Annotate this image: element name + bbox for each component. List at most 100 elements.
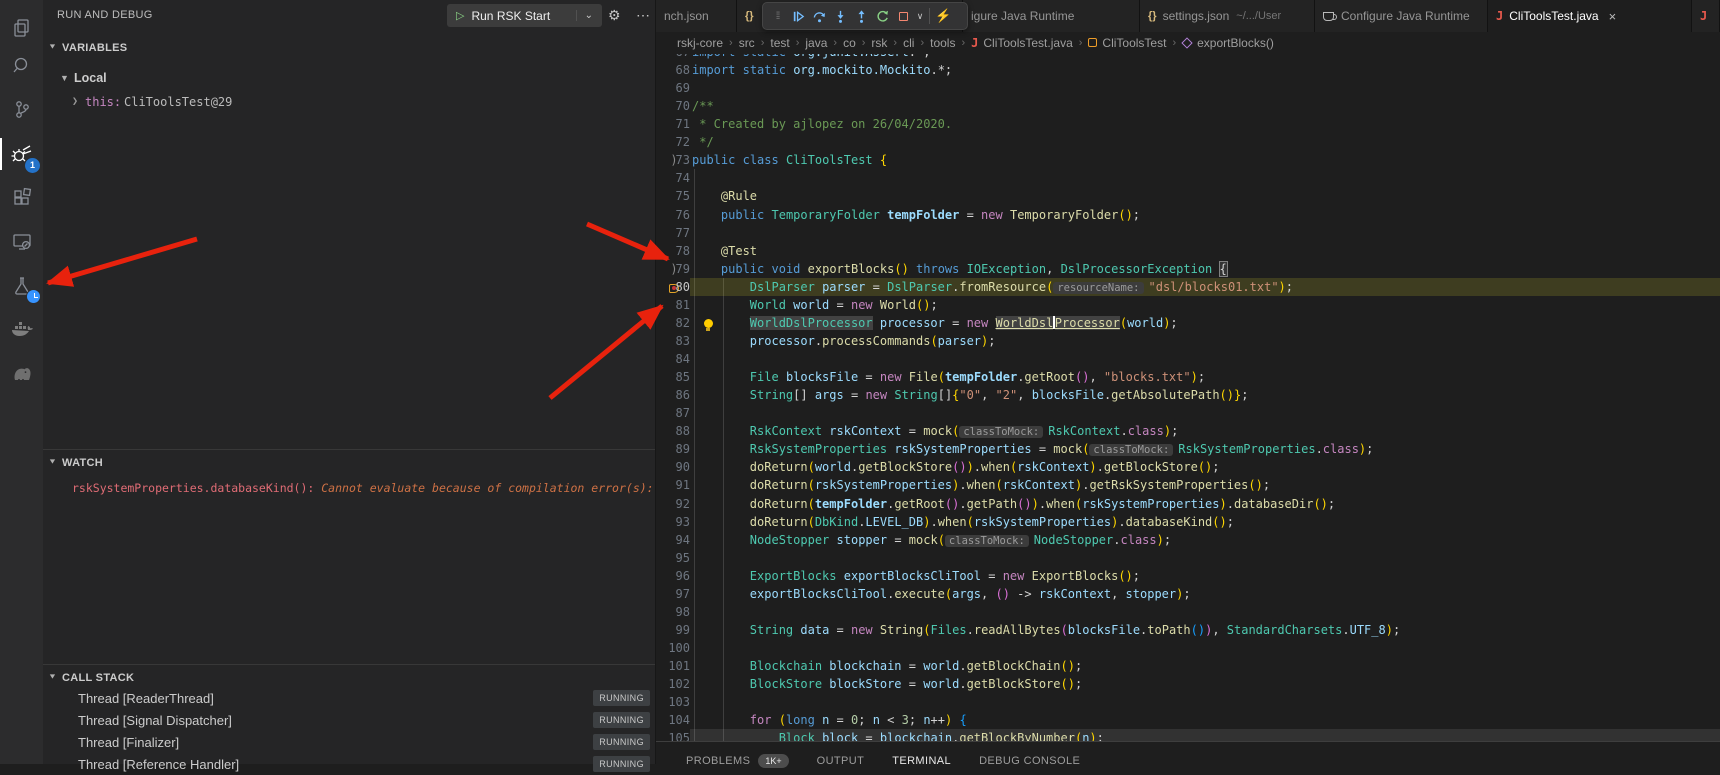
code-line-94[interactable]: 94 NodeStopper stopper = mock(classToMoc… [656, 531, 1720, 549]
stop-button[interactable] [893, 5, 914, 27]
breadcrumb-item[interactable]: co [843, 36, 856, 50]
code-line-77[interactable]: 77 [656, 224, 1720, 242]
breadcrumb-item[interactable]: test [770, 36, 789, 50]
code-line-84[interactable]: 84 [656, 350, 1720, 368]
code-line-103[interactable]: 103 [656, 693, 1720, 711]
restart-button[interactable] [872, 5, 893, 27]
code-line-70[interactable]: 70/** [656, 97, 1720, 115]
code-line-86[interactable]: 86 String[] args = new String[]{"0", "2"… [656, 386, 1720, 404]
watch-section-header[interactable]: ▼ WATCH [43, 449, 655, 471]
editor-tab-configure-java-runtime[interactable]: Configure Java Runtime [1315, 0, 1488, 32]
breadcrumb-item[interactable]: tools [930, 36, 955, 50]
watch-expression-row[interactable]: rskSystemProperties.databaseKind(): Cann… [43, 478, 655, 500]
code-line-78[interactable]: 78 @Test [656, 242, 1720, 260]
code-line-91[interactable]: 91 doReturn(rskSystemProperties).when(rs… [656, 476, 1720, 494]
java-runtime-icon [1323, 12, 1334, 21]
run-config-label: Run RSK Start [471, 9, 550, 23]
remote-explorer-icon[interactable] [0, 220, 43, 264]
editor-tab-clitoolstest-java[interactable]: JCliToolsTest.java× [1488, 0, 1692, 32]
editor-tab-igure-java-runtime[interactable]: igure Java Runtime [963, 0, 1140, 32]
line-number: 71 [656, 115, 690, 133]
call-stack-thread-row[interactable]: Thread [Signal Dispatcher]RUNNING [43, 709, 655, 731]
source-control-icon[interactable] [0, 88, 43, 132]
panel-tab-debug-console[interactable]: DEBUG CONSOLE [979, 747, 1080, 767]
breadcrumb-item[interactable]: rskj-core [677, 36, 723, 50]
code-line-93[interactable]: 93 doReturn(DbKind.LEVEL_DB).when(rskSys… [656, 513, 1720, 531]
more-actions-icon[interactable]: ⋯ [636, 7, 651, 24]
call-stack-thread-row[interactable]: Thread [ReaderThread]RUNNING [43, 687, 655, 709]
extensions-icon[interactable] [0, 176, 43, 220]
code-line-81[interactable]: 81 World world = new World(); [656, 296, 1720, 314]
breadcrumb-item[interactable]: rsk [871, 36, 887, 50]
call-stack-section-header[interactable]: ▼ CALL STACK [43, 664, 655, 686]
continue-button[interactable] [788, 5, 809, 27]
run-config-chevron-icon[interactable]: ⌄ [576, 10, 602, 21]
step-out-button[interactable] [851, 5, 872, 27]
code-line-85[interactable]: 85 File blocksFile = new File(tempFolder… [656, 368, 1720, 386]
variables-section-header[interactable]: ▼ VARIABLES [43, 38, 655, 60]
code-line-92[interactable]: 92 doReturn(tempFolder.getRoot().getPath… [656, 495, 1720, 513]
call-stack-thread-row[interactable]: Thread [Reference Handler]RUNNING [43, 753, 655, 775]
code-line-101[interactable]: 101 Blockchain blockchain = world.getBlo… [656, 657, 1720, 675]
breadcrumb-item[interactable]: exportBlocks() [1182, 36, 1274, 50]
gear-icon[interactable]: ⚙ [608, 7, 621, 24]
code-line-67[interactable]: 67import static org.junit.Assert.*; [656, 54, 1720, 61]
code-editor[interactable]: 67import static org.junit.Assert.*;68imp… [656, 54, 1720, 741]
variable-this-row[interactable]: ❯ this: CliToolsTest@29 [43, 92, 655, 114]
code-line-72[interactable]: 72 */ [656, 133, 1720, 151]
code-line-82[interactable]: 82 WorldDslProcessor processor = new Wor… [656, 314, 1720, 332]
breadcrumb-item[interactable]: src [739, 36, 755, 50]
code-line-99[interactable]: 99 String data = new String(Files.readAl… [656, 621, 1720, 639]
code-line-76[interactable]: 76 public TemporaryFolder tempFolder = n… [656, 206, 1720, 224]
toolbar-drag-handle[interactable]: ⁞⁞ [767, 5, 788, 27]
code-line-96[interactable]: 96 ExportBlocks exportBlocksCliTool = ne… [656, 567, 1720, 585]
tab-label: Configure Java Runtime [1341, 9, 1470, 23]
editor-tab[interactable]: J [1692, 0, 1720, 32]
search-icon[interactable] [0, 44, 43, 88]
code-line-83[interactable]: 83 processor.processCommands(parser); [656, 332, 1720, 350]
hot-code-replace-icon[interactable]: ⚡ [933, 5, 954, 27]
step-over-button[interactable] [809, 5, 830, 27]
panel-tab-output[interactable]: OUTPUT [817, 747, 865, 767]
editor-tab-nch-json[interactable]: nch.json [656, 0, 737, 32]
code-line-98[interactable]: 98 [656, 603, 1720, 621]
code-line-79[interactable]: )79 public void exportBlocks() throws IO… [656, 260, 1720, 278]
chevron-right-icon[interactable]: ❯ [72, 96, 78, 107]
code-line-105[interactable]: 105 Block block = blockchain.getBlockByN… [656, 729, 1720, 741]
call-stack-thread-row[interactable]: Thread [Finalizer]RUNNING [43, 731, 655, 753]
panel-tab-problems[interactable]: PROBLEMS1K+ [686, 746, 789, 768]
tab-label: CliToolsTest.java [1509, 9, 1598, 23]
code-line-97[interactable]: 97 exportBlocksCliTool.execute(args, () … [656, 585, 1720, 603]
step-into-button[interactable] [830, 5, 851, 27]
breadcrumb-item[interactable]: JCliToolsTest.java [971, 36, 1073, 50]
code-line-102[interactable]: 102 BlockStore blockStore = world.getBlo… [656, 675, 1720, 693]
code-line-90[interactable]: 90 doReturn(world.getBlockStore()).when(… [656, 458, 1720, 476]
code-line-88[interactable]: 88 RskContext rskContext = mock(classToM… [656, 422, 1720, 440]
breadcrumb-item[interactable]: java [805, 36, 827, 50]
gradle-icon[interactable] [0, 352, 43, 396]
code-line-75[interactable]: 75 @Rule [656, 187, 1720, 205]
breadcrumb-item[interactable]: CliToolsTest [1088, 36, 1166, 50]
run-configuration-dropdown[interactable]: ▷ Run RSK Start ⌄ [447, 4, 602, 27]
code-line-100[interactable]: 100 [656, 639, 1720, 657]
run-and-debug-icon[interactable]: 1 [0, 132, 43, 176]
code-line-68[interactable]: 68import static org.mockito.Mockito.*; [656, 61, 1720, 79]
testing-icon[interactable] [0, 264, 43, 308]
breadcrumb-item[interactable]: cli [903, 36, 914, 50]
code-line-95[interactable]: 95 [656, 549, 1720, 567]
editor-tab-settings-json[interactable]: {}settings.json~/.../User [1140, 0, 1315, 32]
close-icon[interactable]: × [1609, 9, 1617, 24]
code-line-104[interactable]: 104 for (long n = 0; n < 3; n++) { [656, 711, 1720, 729]
variables-scope-local[interactable]: ▼ Local [43, 68, 655, 90]
code-line-87[interactable]: 87 [656, 404, 1720, 422]
docker-icon[interactable] [0, 308, 43, 352]
code-line-71[interactable]: 71 * Created by ajlopez on 26/04/2020. [656, 115, 1720, 133]
code-line-80[interactable]: 80 DslParser parser = DslParser.fromReso… [656, 278, 1720, 296]
code-line-89[interactable]: 89 RskSystemProperties rskSystemProperti… [656, 440, 1720, 458]
stop-dropdown-chevron-icon[interactable]: ∨ [914, 5, 926, 27]
panel-tab-terminal[interactable]: TERMINAL [892, 747, 951, 767]
run-play-icon[interactable]: ▷ [456, 9, 464, 22]
code-line-74[interactable]: 74 [656, 169, 1720, 187]
code-line-73[interactable]: )73public class CliToolsTest { [656, 151, 1720, 169]
code-line-69[interactable]: 69 [656, 79, 1720, 97]
